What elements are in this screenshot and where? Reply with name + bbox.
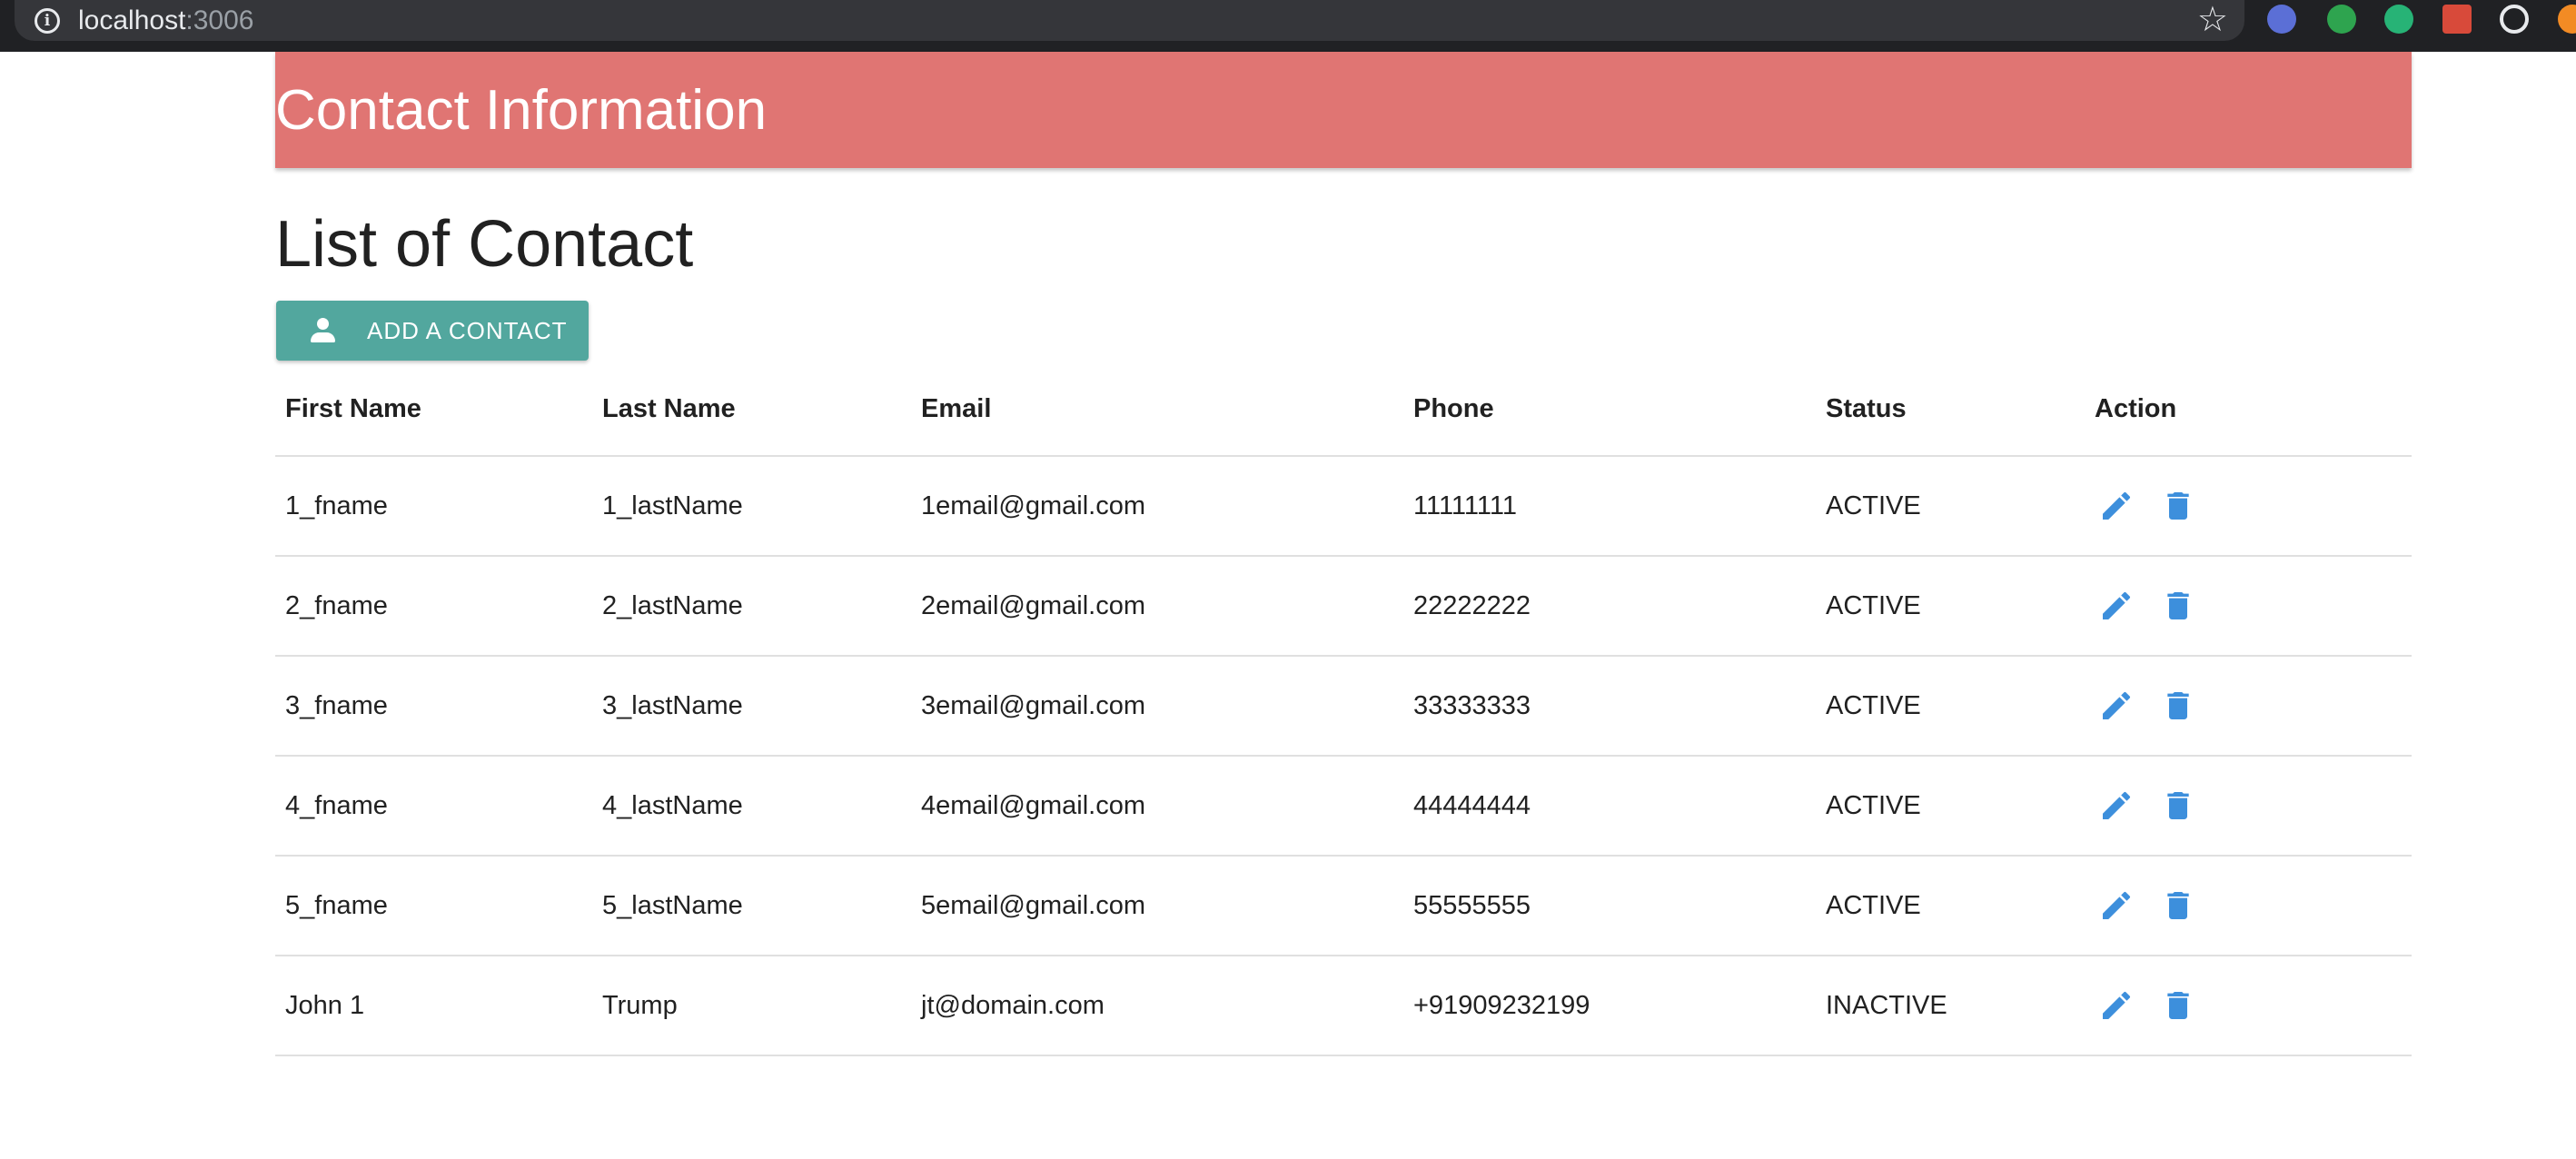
email-cell: 2email@gmail.com: [911, 556, 1403, 657]
edit-icon[interactable]: [2098, 488, 2135, 524]
email-cell: 4email@gmail.com: [911, 756, 1403, 857]
phone-cell: 44444444: [1403, 756, 1816, 857]
extension-chat-icon[interactable]: [2327, 5, 2356, 34]
extension-target-icon[interactable]: [2500, 5, 2529, 34]
email-cell: 1email@gmail.com: [911, 456, 1403, 557]
person-icon: [309, 317, 336, 344]
last-name-cell: 1_lastName: [592, 456, 911, 557]
edit-icon[interactable]: [2098, 788, 2135, 824]
edit-icon[interactable]: [2098, 887, 2135, 924]
delete-icon[interactable]: [2160, 987, 2196, 1024]
table-header-row: First Name Last Name Email Phone Status …: [275, 363, 2412, 457]
table-row: 2_fname 2_lastName 2email@gmail.com 2222222…: [275, 556, 2412, 657]
address-bar[interactable]: i localhost:3006 ☆: [15, 0, 2244, 41]
status-cell: ACTIVE: [1816, 456, 2085, 557]
first-name-cell: 5_fname: [275, 856, 592, 956]
first-name-cell: 4_fname: [275, 756, 592, 857]
phone-cell: 22222222: [1403, 556, 1816, 657]
email-cell: 3email@gmail.com: [911, 656, 1403, 757]
edit-icon[interactable]: [2098, 688, 2135, 724]
url-text: localhost:3006: [78, 5, 253, 36]
action-cell: [2085, 956, 2412, 1056]
page-title: List of Contact: [275, 208, 694, 281]
delete-icon[interactable]: [2160, 788, 2196, 824]
column-header-action: Action: [2085, 363, 2412, 457]
table-row: John 1 Trump jt@domain.com +91909232199 INAC…: [275, 956, 2412, 1056]
add-contact-label: ADD A CONTACT: [367, 316, 568, 344]
column-header-email[interactable]: Email: [911, 363, 1403, 457]
app-header: Contact Information: [275, 52, 2412, 168]
first-name-cell: 3_fname: [275, 656, 592, 757]
phone-cell: 11111111: [1403, 456, 1816, 557]
last-name-cell: 4_lastName: [592, 756, 911, 857]
table-row: 1_fname 1_lastName 1email@gmail.com 1111111…: [275, 456, 2412, 557]
delete-icon[interactable]: [2160, 488, 2196, 524]
last-name-cell: Trump: [592, 956, 911, 1056]
status-cell: ACTIVE: [1816, 856, 2085, 956]
table-row: 4_fname 4_lastName 4email@gmail.com 4444444…: [275, 756, 2412, 857]
status-cell: ACTIVE: [1816, 656, 2085, 757]
email-cell: jt@domain.com: [911, 956, 1403, 1056]
first-name-cell: John 1: [275, 956, 592, 1056]
column-header-last-name[interactable]: Last Name: [592, 363, 911, 457]
extension-globe-icon[interactable]: [2267, 5, 2296, 34]
last-name-cell: 3_lastName: [592, 656, 911, 757]
edit-icon[interactable]: [2098, 987, 2135, 1024]
delete-icon[interactable]: [2160, 688, 2196, 724]
delete-icon[interactable]: [2160, 887, 2196, 924]
status-cell: ACTIVE: [1816, 556, 2085, 657]
bookmark-star-icon[interactable]: ☆: [2197, 2, 2228, 38]
table-row: 3_fname 3_lastName 3email@gmail.com 3333333…: [275, 656, 2412, 757]
browser-toolbar: i localhost:3006 ☆: [0, 0, 2576, 52]
first-name-cell: 2_fname: [275, 556, 592, 657]
status-cell: INACTIVE: [1816, 956, 2085, 1056]
last-name-cell: 5_lastName: [592, 856, 911, 956]
delete-icon[interactable]: [2160, 588, 2196, 624]
column-header-status[interactable]: Status: [1816, 363, 2085, 457]
header-title: Contact Information: [275, 78, 768, 142]
action-cell: [2085, 756, 2412, 857]
url-port: :3006: [185, 5, 254, 35]
add-contact-button[interactable]: ADD A CONTACT: [276, 301, 589, 361]
action-cell: [2085, 856, 2412, 956]
status-cell: ACTIVE: [1816, 756, 2085, 857]
extension-grammarly-icon[interactable]: [2384, 5, 2413, 34]
table-row: 5_fname 5_lastName 5email@gmail.com 5555555…: [275, 856, 2412, 956]
contacts-table: First Name Last Name Email Phone Status …: [275, 363, 2412, 1056]
action-cell: [2085, 456, 2412, 557]
column-header-first-name[interactable]: First Name: [275, 363, 592, 457]
extension-puzzle-icon[interactable]: [2442, 5, 2472, 34]
first-name-cell: 1_fname: [275, 456, 592, 557]
email-cell: 5email@gmail.com: [911, 856, 1403, 956]
phone-cell: 55555555: [1403, 856, 1816, 956]
phone-cell: 33333333: [1403, 656, 1816, 757]
info-icon[interactable]: i: [35, 7, 60, 34]
edit-icon[interactable]: [2098, 588, 2135, 624]
last-name-cell: 2_lastName: [592, 556, 911, 657]
extension-chrome-icon[interactable]: [2558, 5, 2576, 34]
column-header-phone[interactable]: Phone: [1403, 363, 1816, 457]
action-cell: [2085, 556, 2412, 657]
action-cell: [2085, 656, 2412, 757]
url-host: localhost: [78, 5, 186, 35]
phone-cell: +91909232199: [1403, 956, 1816, 1056]
